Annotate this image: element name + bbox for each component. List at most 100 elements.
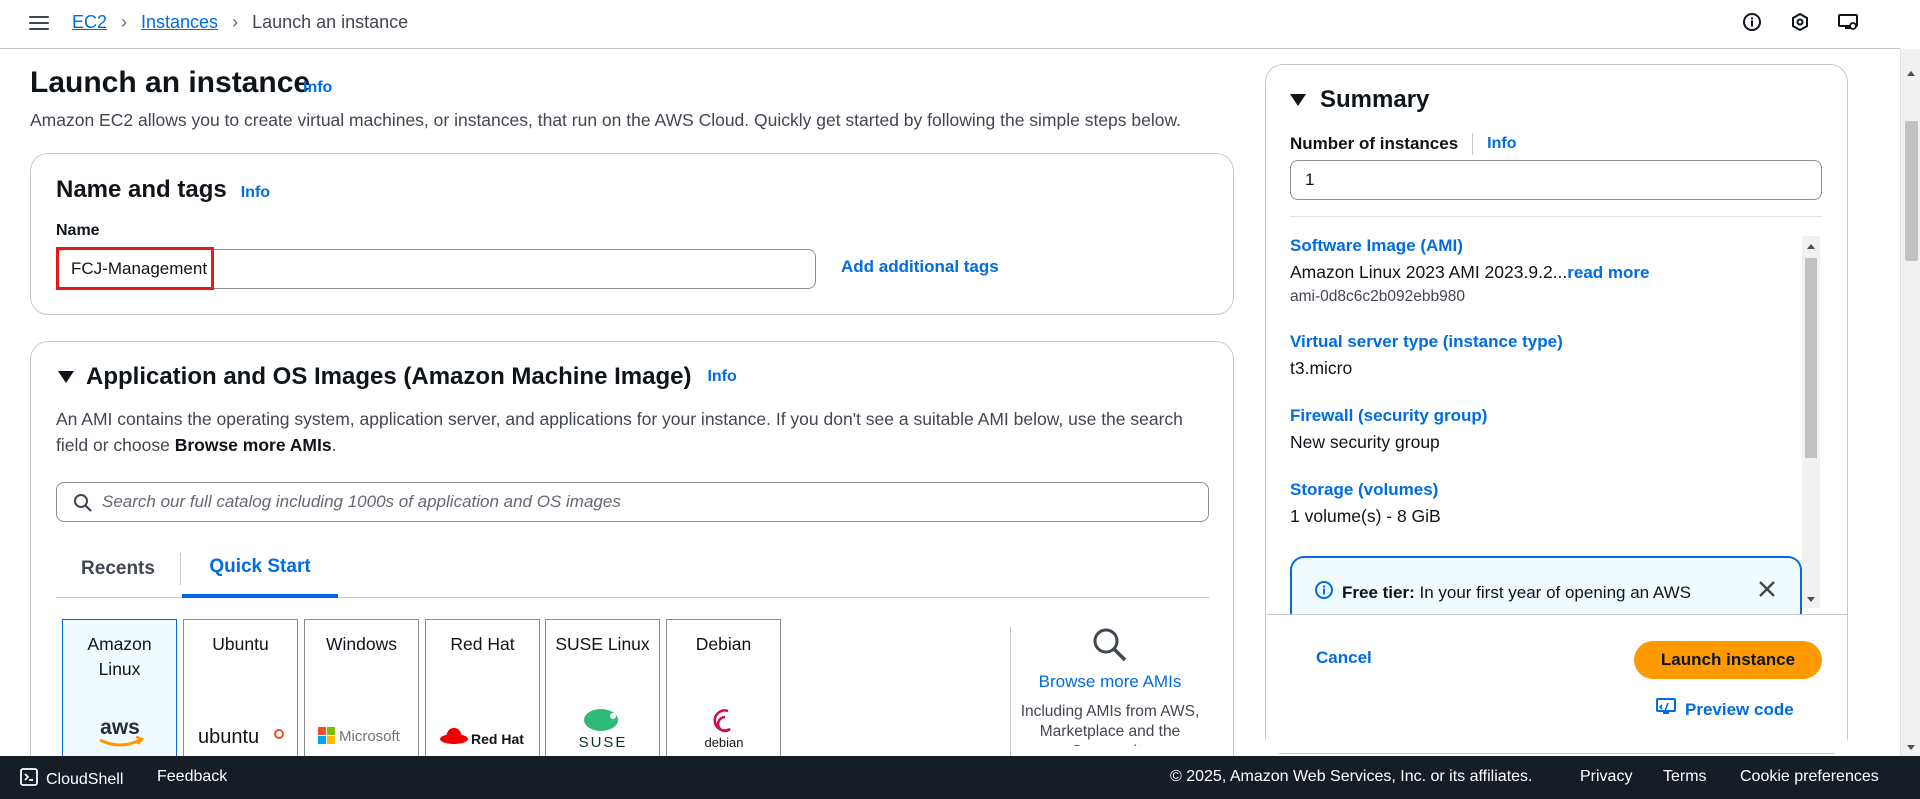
num-instances-info-link[interactable]: Info: [1487, 135, 1516, 153]
chevron-right-icon: ›: [232, 12, 239, 32]
ami-info-link[interactable]: Info: [707, 368, 736, 386]
ami-search-placeholder: Search our full catalog including 1000s …: [102, 492, 621, 511]
os-card-ubuntu[interactable]: Ubuntu ubuntu: [183, 619, 298, 759]
cookie-preferences-link[interactable]: Cookie preferences: [1740, 768, 1879, 786]
software-image-link[interactable]: Software Image (AMI): [1290, 236, 1795, 256]
os-card-label: Red Hat: [450, 634, 515, 654]
os-card-windows[interactable]: Windows Microsoft: [304, 619, 419, 759]
ami-description: An AMI contains the operating system, ap…: [56, 406, 1216, 458]
free-tier-message: In your first year of opening an AWS: [1414, 583, 1691, 602]
search-icon: [1010, 626, 1210, 666]
name-and-tags-panel: Name and tags Info Name FCJ-Management A…: [30, 153, 1234, 315]
breadcrumb-instances[interactable]: Instances: [141, 12, 218, 33]
divider: [1290, 216, 1822, 217]
preview-code-label: Preview code: [1685, 699, 1794, 719]
firewall-link[interactable]: Firewall (security group): [1290, 406, 1795, 426]
launch-instance-button[interactable]: Launch instance: [1634, 641, 1822, 679]
add-additional-tags-link[interactable]: Add additional tags: [841, 257, 999, 277]
free-tier-alert: Free tier: In your first year of opening…: [1290, 556, 1802, 614]
scroll-up-icon[interactable]: [1907, 71, 1915, 76]
name-tags-info-link[interactable]: Info: [241, 184, 270, 202]
os-card-red-hat[interactable]: Red Hat Red Hat: [425, 619, 540, 759]
scroll-thumb[interactable]: [1805, 258, 1817, 458]
svg-text:ubuntu: ubuntu: [198, 726, 259, 748]
read-more-link[interactable]: read more: [1567, 263, 1649, 282]
instance-type-value: t3.micro: [1290, 358, 1353, 378]
storage-link[interactable]: Storage (volumes): [1290, 480, 1795, 500]
browse-more-amis-link[interactable]: Browse more AMIs: [1010, 672, 1210, 692]
caret-down-icon[interactable]: [1290, 94, 1306, 106]
microsoft-logo-icon: Microsoft: [305, 721, 418, 751]
summary-actions: [1266, 614, 1847, 753]
debian-logo-icon: debian: [667, 703, 780, 751]
free-tier-text: Free tier: In your first year of opening…: [1342, 583, 1691, 603]
ami-description-bold: Browse more AMIs: [174, 435, 332, 455]
feedback-link[interactable]: Feedback: [157, 768, 227, 786]
privacy-link[interactable]: Privacy: [1580, 768, 1632, 786]
ubuntu-logo-icon: ubuntu: [184, 721, 297, 751]
os-card-label: SUSE Linux: [555, 634, 650, 654]
preview-code-icon: [1655, 697, 1677, 722]
cloudshell-button[interactable]: CloudShell: [20, 768, 123, 791]
search-icon: [73, 493, 93, 518]
num-instances-row: Number of instances Info: [1290, 133, 1516, 155]
info-circle-icon[interactable]: [1740, 10, 1764, 34]
ami-description-end: .: [331, 435, 337, 455]
scroll-down-icon[interactable]: [1807, 597, 1815, 602]
cloudshell-label: CloudShell: [46, 770, 124, 788]
settings-icon[interactable]: [1836, 10, 1860, 34]
svg-text:Red Hat: Red Hat: [471, 731, 524, 747]
breadcrumb: EC2 › Instances › Launch an instance: [72, 12, 408, 33]
chevron-right-icon: ›: [121, 12, 128, 32]
num-instances-value: 1: [1305, 170, 1315, 189]
storage-value: 1 volume(s) - 8 GiB: [1290, 506, 1441, 526]
ami-id: ami-0d8c6c2b092ebb980: [1290, 288, 1465, 305]
svg-text:aws: aws: [100, 716, 140, 739]
redhat-logo-icon: Red Hat: [426, 721, 539, 751]
os-card-debian[interactable]: Debian debian: [666, 619, 781, 759]
page-info-link[interactable]: Info: [303, 79, 332, 97]
tab-quick-start[interactable]: Quick Start: [182, 540, 338, 598]
os-card-amazon-linux[interactable]: Amazon Linux aws: [62, 619, 177, 759]
breadcrumb-current: Launch an instance: [252, 12, 409, 32]
menu-icon[interactable]: [29, 13, 49, 31]
terms-link[interactable]: Terms: [1663, 768, 1707, 786]
browse-more-amis[interactable]: Browse more AMIs Including AMIs from AWS…: [1010, 626, 1210, 746]
summary-details: Software Image (AMI) Amazon Linux 2023 A…: [1290, 236, 1795, 527]
suse-logo-icon: SUSE: [546, 705, 659, 751]
notifications-icon[interactable]: [1788, 10, 1812, 34]
tab-recents[interactable]: Recents: [56, 540, 180, 598]
os-card-suse-linux[interactable]: SUSE Linux SUSE: [545, 619, 660, 759]
num-instances-input[interactable]: 1: [1290, 160, 1822, 200]
svg-text:SUSE: SUSE: [578, 734, 627, 751]
page-scrollbar[interactable]: [1900, 49, 1920, 756]
free-tier-bold: Free tier:: [1342, 583, 1415, 602]
scroll-thumb[interactable]: [1905, 121, 1918, 261]
tab-divider: [180, 553, 181, 585]
name-label: Name: [56, 222, 100, 239]
cancel-button[interactable]: Cancel: [1316, 648, 1372, 668]
scroll-up-icon[interactable]: [1807, 244, 1815, 249]
scroll-down-icon[interactable]: [1907, 745, 1915, 750]
ami-header[interactable]: Application and OS Images (Amazon Machin…: [58, 363, 737, 391]
os-card-label: Ubuntu: [212, 634, 269, 654]
os-card-label: Amazon Linux: [87, 634, 152, 679]
ami-search-input[interactable]: Search our full catalog including 1000s …: [56, 482, 1209, 522]
summary-header[interactable]: Summary: [1290, 86, 1429, 114]
preview-code-button[interactable]: Preview code: [1655, 697, 1794, 722]
summary-scrollbar[interactable]: [1802, 236, 1820, 608]
footer-bar: CloudShell Feedback © 2025, Amazon Web S…: [0, 756, 1920, 799]
num-instances-label: Number of instances: [1290, 134, 1459, 153]
close-icon[interactable]: [1758, 580, 1776, 603]
breadcrumb-ec2[interactable]: EC2: [72, 12, 107, 33]
firewall-value: New security group: [1290, 432, 1440, 452]
os-card-label: Debian: [695, 634, 752, 654]
info-circle-icon: [1314, 580, 1334, 605]
software-image-row: Amazon Linux 2023 AMI 2023.9.2...read mo…: [1290, 262, 1795, 283]
copyright-text: © 2025, Amazon Web Services, Inc. or its…: [1170, 768, 1533, 785]
caret-down-icon[interactable]: [58, 371, 74, 383]
instance-type-link[interactable]: Virtual server type (instance type): [1290, 332, 1795, 352]
ami-tabs: Recents Quick Start: [56, 540, 1209, 598]
svg-text:Microsoft: Microsoft: [339, 728, 401, 745]
page-title: Launch an instance: [30, 66, 311, 99]
